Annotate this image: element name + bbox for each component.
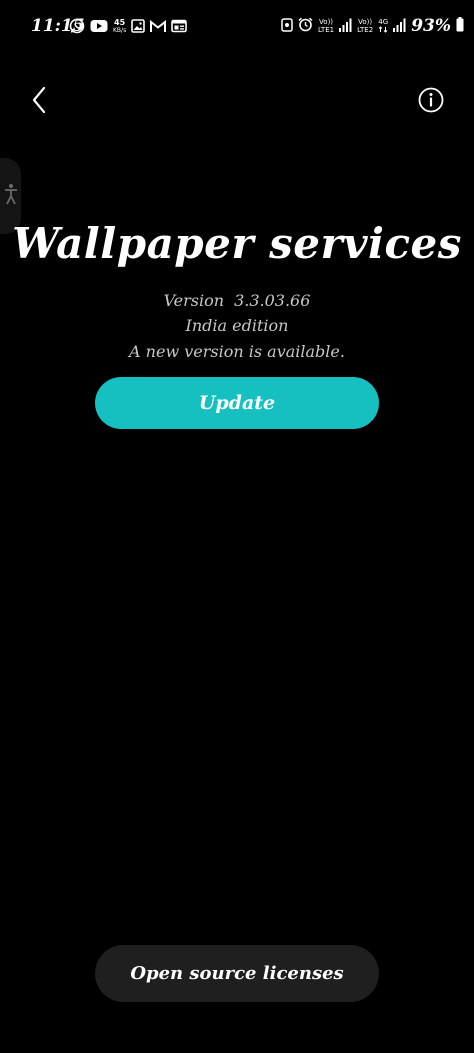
sim1-lte: LTE1: [318, 26, 335, 34]
info-circle-icon: [418, 87, 444, 117]
image-icon: [131, 19, 146, 33]
sim2-label: Vo)) LTE2: [357, 18, 373, 34]
back-button[interactable]: [22, 84, 58, 120]
signal-strength-icon: [339, 17, 352, 36]
battery-icon: [456, 16, 464, 36]
version-label: Version: [163, 291, 225, 310]
system-status-icons: Vo)) LTE1 Vo)) LTE2 4G 93%: [281, 16, 464, 36]
signal-strength-icon-2: [393, 17, 406, 36]
gmail-icon: [150, 19, 167, 33]
net-speed-unit: KB/s: [113, 26, 127, 34]
alarm-icon: [298, 17, 313, 36]
edition-info: India edition: [185, 316, 289, 335]
vpn-key-icon: [281, 17, 293, 36]
net-speed-value: 45: [114, 17, 126, 27]
network-type-label: 4G: [378, 17, 389, 26]
network-type: 4G: [378, 18, 388, 35]
update-status-text: A new version is available.: [129, 342, 345, 361]
app-title: Wallpaper services: [12, 219, 462, 268]
open-source-licenses-button[interactable]: Open source licenses: [95, 945, 379, 1002]
open-source-licenses-label: Open source licenses: [130, 963, 344, 984]
app-info-button[interactable]: [416, 87, 446, 117]
battery-percent: 93%: [411, 16, 451, 36]
chevron-left-icon: [30, 86, 50, 118]
notification-icons: 45 KB/s: [69, 17, 188, 35]
whatsapp-icon: [69, 18, 85, 34]
data-arrows-icon: [378, 25, 388, 35]
version-number: 3.3.03.66: [234, 291, 311, 310]
status-bar: 11:15 45 KB/s Vo)) LTE1 Vo)) LTE2 4G 93%: [0, 0, 474, 52]
news-icon: [171, 19, 188, 33]
youtube-icon: [90, 19, 108, 33]
version-info: Version 3.3.03.66: [0, 290, 474, 312]
net-speed-indicator: 45 KB/s: [113, 17, 127, 34]
sim1-volte: Vo)): [319, 18, 334, 26]
sim1-label: Vo)) LTE1: [318, 18, 334, 34]
sim2-volte: Vo)): [358, 18, 373, 26]
update-button[interactable]: Update: [95, 377, 379, 429]
update-button-label: Update: [198, 392, 276, 414]
sim2-lte: LTE2: [357, 26, 374, 34]
accessibility-icon: [4, 183, 18, 209]
